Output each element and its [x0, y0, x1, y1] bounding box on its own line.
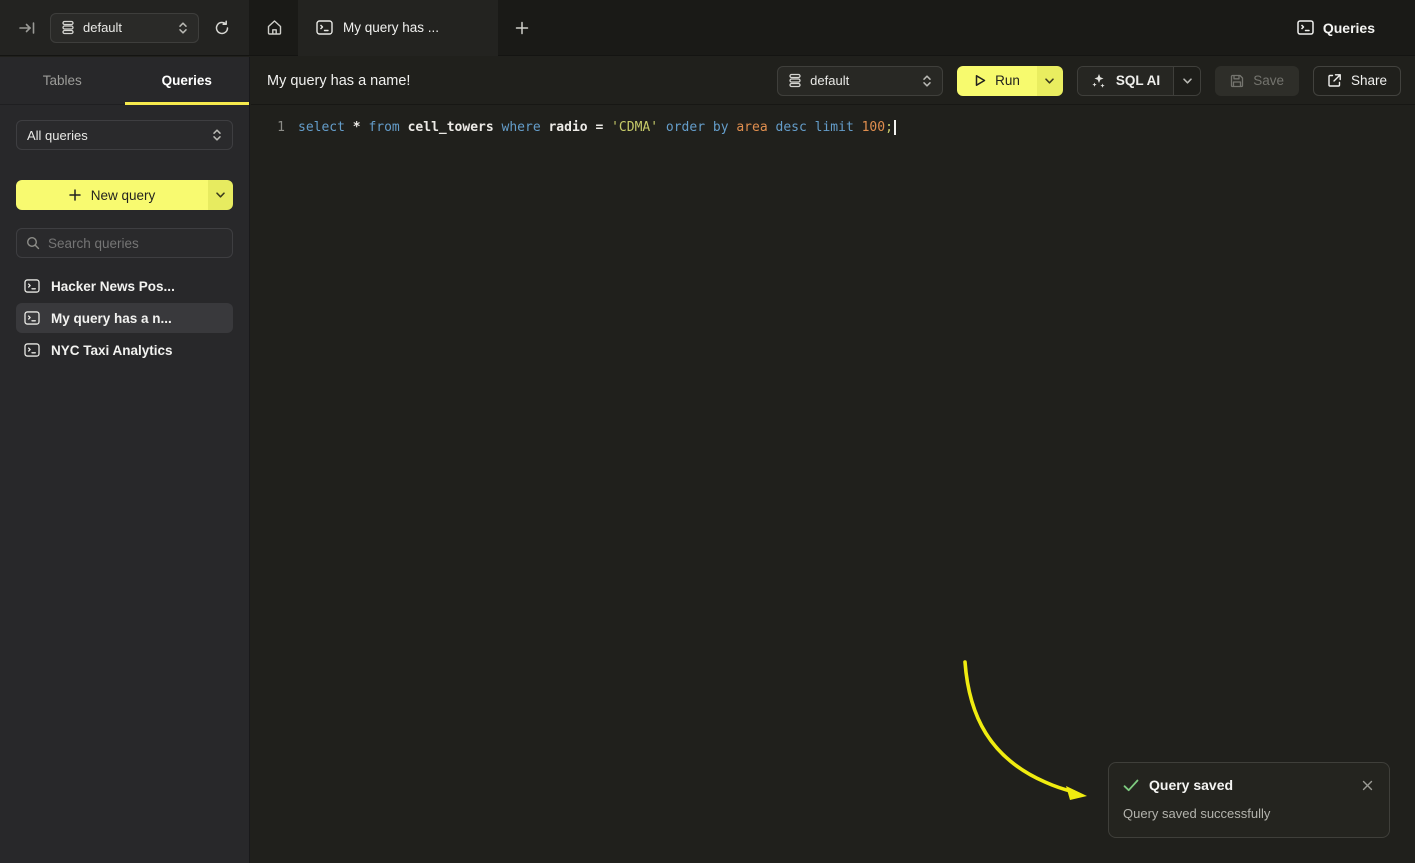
- editor-header: My query has a name! default Run: [251, 57, 1415, 105]
- refresh-button[interactable]: [209, 15, 235, 41]
- query-filter-selector[interactable]: All queries: [16, 120, 233, 150]
- check-icon: [1123, 779, 1139, 792]
- queries-indicator-label: Queries: [1323, 20, 1375, 36]
- new-query-label: New query: [91, 188, 156, 203]
- database-icon: [61, 20, 75, 35]
- tab-tables[interactable]: Tables: [0, 57, 125, 104]
- updown-chevrons-icon: [178, 21, 188, 35]
- home-icon: [266, 19, 283, 36]
- search-queries-box: [16, 228, 233, 258]
- plus-icon: [69, 189, 81, 201]
- toast-close-button[interactable]: [1359, 777, 1375, 793]
- query-list-item[interactable]: Hacker News Pos...: [16, 271, 233, 301]
- query-list-item[interactable]: NYC Taxi Analytics: [16, 335, 233, 365]
- console-icon: [24, 311, 40, 325]
- sidebar-body: All queries New query: [0, 105, 249, 365]
- updown-chevrons-icon: [212, 128, 222, 142]
- new-tab-button[interactable]: [498, 0, 546, 56]
- chevron-down-icon: [216, 192, 225, 198]
- topbar-database-selector[interactable]: default: [50, 13, 199, 43]
- chevron-down-icon: [1183, 78, 1192, 84]
- query-filter-value: All queries: [27, 128, 88, 143]
- editor-database-value: default: [810, 73, 849, 88]
- new-query-dropdown-button[interactable]: [208, 180, 233, 210]
- sql-editor[interactable]: 1 select * from cell_towers where radio …: [251, 105, 1415, 138]
- console-icon: [316, 20, 333, 35]
- refresh-icon: [214, 20, 230, 36]
- editor-tab-label: My query has ...: [343, 20, 439, 35]
- queries-indicator[interactable]: Queries: [1297, 20, 1375, 36]
- save-icon: [1230, 74, 1244, 88]
- main-area: My query has a name! default Run: [251, 57, 1415, 863]
- query-list-item-label: NYC Taxi Analytics: [51, 343, 173, 358]
- query-list: Hacker News Pos... My query has a n... N…: [16, 271, 233, 365]
- toast-title: Query saved: [1149, 777, 1349, 793]
- console-icon: [1297, 20, 1314, 35]
- query-list-item-label: My query has a n...: [51, 311, 172, 326]
- share-icon: [1327, 73, 1342, 88]
- share-button-label: Share: [1351, 73, 1387, 88]
- new-query-button[interactable]: New query: [16, 180, 208, 210]
- run-button[interactable]: Run: [957, 66, 1037, 96]
- home-button[interactable]: [250, 0, 298, 56]
- sidebar: Tables Queries All queries New query: [0, 57, 250, 863]
- run-split-button: Run: [957, 66, 1063, 96]
- save-button-label: Save: [1253, 73, 1284, 88]
- console-icon: [24, 343, 40, 357]
- search-queries-input[interactable]: [48, 236, 225, 251]
- run-dropdown-button[interactable]: [1037, 66, 1063, 96]
- page-title: My query has a name!: [267, 73, 763, 89]
- query-list-item-label: Hacker News Pos...: [51, 279, 175, 294]
- play-icon: [974, 74, 986, 87]
- editor-database-selector[interactable]: default: [777, 66, 943, 96]
- chevron-down-icon: [1045, 78, 1054, 84]
- collapse-sidebar-icon: [19, 21, 36, 35]
- console-icon: [24, 279, 40, 293]
- sql-ai-dropdown-button[interactable]: [1173, 67, 1200, 95]
- topbar-database-value: default: [83, 20, 122, 35]
- sql-ai-label: SQL AI: [1116, 73, 1160, 88]
- share-button[interactable]: Share: [1313, 66, 1401, 96]
- sql-ai-button[interactable]: SQL AI: [1078, 67, 1173, 95]
- tab-queries[interactable]: Queries: [125, 57, 250, 104]
- code-line[interactable]: 1 select * from cell_towers where radio …: [251, 118, 1415, 138]
- text-cursor: [894, 120, 896, 135]
- topbar: default: [0, 0, 1415, 56]
- save-button[interactable]: Save: [1215, 66, 1299, 96]
- run-button-label: Run: [995, 73, 1020, 88]
- plus-icon: [515, 21, 529, 35]
- search-icon: [26, 236, 40, 250]
- toast-message: Query saved successfully: [1123, 806, 1375, 821]
- editor-tab[interactable]: My query has ...: [298, 0, 498, 56]
- close-icon: [1362, 780, 1373, 791]
- database-icon: [788, 73, 802, 88]
- line-number: 1: [263, 118, 285, 138]
- toast-header: Query saved: [1123, 777, 1375, 793]
- new-query-split-button: New query: [16, 180, 233, 210]
- toast-query-saved: Query saved Query saved successfully: [1108, 762, 1390, 838]
- code-content: select * from cell_towers where radio = …: [298, 118, 896, 138]
- topbar-left: default: [0, 0, 250, 55]
- topbar-tabstrip: My query has ... Queries: [250, 0, 1415, 55]
- sparkles-icon: [1091, 73, 1107, 89]
- updown-chevrons-icon: [922, 74, 932, 88]
- sidebar-tabs: Tables Queries: [0, 57, 249, 105]
- sql-ai-split-button: SQL AI: [1077, 66, 1201, 96]
- query-list-item[interactable]: My query has a n...: [16, 303, 233, 333]
- collapse-sidebar-button[interactable]: [14, 15, 40, 41]
